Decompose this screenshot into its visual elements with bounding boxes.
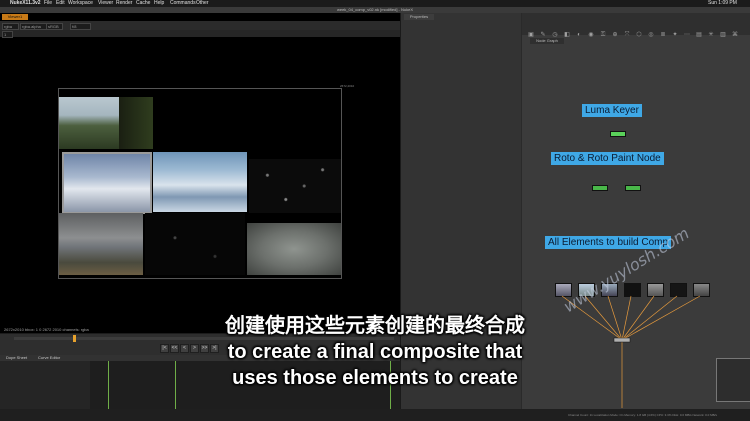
- menu-render[interactable]: Render: [116, 0, 132, 7]
- fog-image: [247, 223, 341, 275]
- contact-sheet-node[interactable]: [613, 337, 631, 343]
- subtitle-english-line2: uses those elements to create: [232, 367, 518, 389]
- metadata-icon[interactable]: ≣: [660, 32, 666, 38]
- particles-icon[interactable]: ✳: [708, 32, 714, 38]
- filter-icon[interactable]: ◉: [588, 32, 594, 38]
- dark-particles-image: [145, 213, 245, 275]
- menu-viewer[interactable]: Viewer: [98, 0, 113, 7]
- timeline-playhead[interactable]: [73, 335, 76, 342]
- color-icon[interactable]: ◐: [576, 32, 582, 38]
- viewer-status: 2672x2010 bbox: 1 0 2672 2010 channels: …: [4, 327, 89, 332]
- snow-particles-image: [249, 159, 341, 213]
- menu-commands[interactable]: Commands: [170, 0, 196, 7]
- transform-icon[interactable]: ⤧: [624, 32, 630, 38]
- snow-mountain-image: [62, 152, 152, 214]
- menu-edit[interactable]: Edit: [56, 0, 65, 7]
- viewer-tab[interactable]: Viewer1: [2, 14, 28, 20]
- viewer-secondary-toolbar: 1: [0, 30, 400, 38]
- gain-field[interactable]: f/8: [70, 23, 91, 30]
- winter-landscape-image: [153, 152, 247, 212]
- app-menu[interactable]: NukeX11.3v2: [10, 0, 41, 7]
- keyer-icon[interactable]: ⚿: [600, 32, 606, 38]
- cloudy-landscape-image: [59, 213, 143, 275]
- colorspace-dropdown[interactable]: sRGB: [46, 23, 63, 30]
- deep-icon[interactable]: ▥: [720, 32, 726, 38]
- subtitle-english-line1: to create a final composite that: [227, 341, 523, 363]
- node-graph-minimap[interactable]: [716, 358, 750, 402]
- status-bar: Channel Count: 11 Localization Mode: On …: [0, 409, 750, 421]
- rotopaint-node[interactable]: [625, 185, 641, 191]
- 3d-icon[interactable]: ⬡: [636, 32, 642, 38]
- node-graph-tab[interactable]: Node Graph: [530, 38, 564, 44]
- menu-other[interactable]: Other: [196, 0, 209, 7]
- properties-tab[interactable]: Properties: [404, 14, 434, 20]
- status-bar-text: Channel Count: 11 Localization Mode: On …: [568, 413, 718, 417]
- tree-image: [119, 97, 153, 149]
- frame-field[interactable]: 1: [2, 31, 13, 38]
- format-label: 2672,2010: [340, 84, 355, 88]
- menu-cache[interactable]: Cache: [136, 0, 150, 7]
- roto-node[interactable]: [592, 185, 608, 191]
- menu-workspace[interactable]: Workspace: [68, 0, 93, 7]
- mac-menubar: NukeX11.3v2 File Edit Workspace Viewer R…: [0, 0, 750, 7]
- layer-dropdown[interactable]: rgba.alpha: [20, 23, 47, 30]
- merge-icon[interactable]: ⊕: [612, 32, 618, 38]
- node-toolbar: ▣ ✎ ◷ ◧ ◐ ◉ ⚿ ⊕ ⤧ ⬡ ◎ ≣ ✦ ⋯ ▤ ✳ ▥ ⌘: [522, 13, 750, 38]
- keyframe-line: [108, 361, 109, 409]
- menu-file[interactable]: File: [44, 0, 52, 7]
- furnace-icon[interactable]: ▤: [696, 32, 702, 38]
- views-icon[interactable]: ◎: [648, 32, 654, 38]
- backdrop-luma-keyer[interactable]: Luma Keyer: [582, 104, 642, 117]
- menubar-clock: Sun 1:09 PM: [708, 0, 737, 6]
- backdrop-roto[interactable]: Roto & Roto Paint Node: [551, 152, 664, 165]
- toolsets-icon[interactable]: ✦: [672, 32, 678, 38]
- other-icon[interactable]: ⋯: [684, 32, 690, 38]
- channels-dropdown[interactable]: rgba: [2, 23, 19, 30]
- viewer-image[interactable]: [58, 88, 342, 279]
- luma-keyer-node[interactable]: [610, 131, 626, 137]
- subtitle-chinese: 创建使用这些元素创建的最终合成: [225, 313, 525, 337]
- python-icon[interactable]: ⌘: [732, 32, 738, 38]
- menu-help[interactable]: Help: [154, 0, 164, 7]
- channel-icon[interactable]: ◧: [564, 32, 570, 38]
